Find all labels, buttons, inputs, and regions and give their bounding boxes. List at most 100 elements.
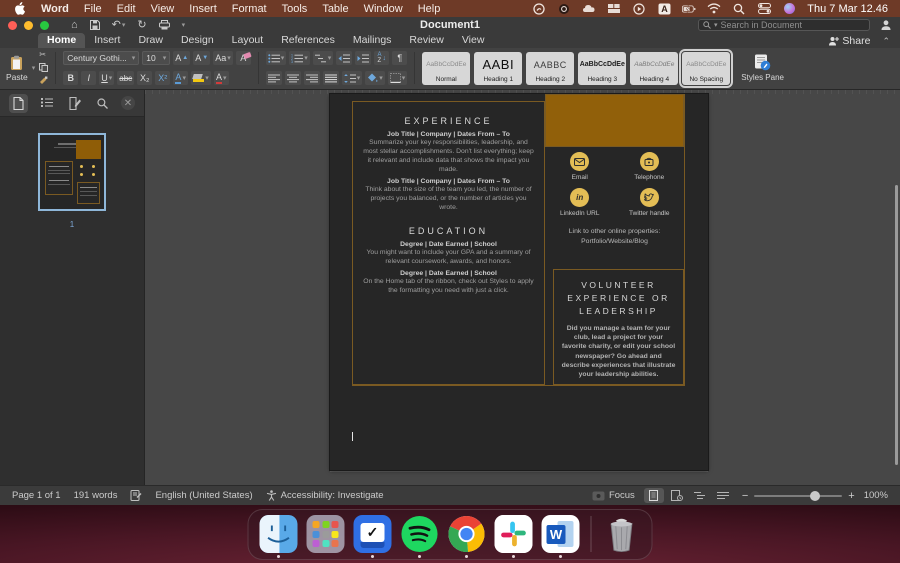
menu-bar-clock[interactable]: Thu 7 Mar 12.46	[807, 3, 888, 15]
siri-icon[interactable]	[782, 2, 796, 15]
tab-view[interactable]: View	[453, 33, 494, 48]
collapse-ribbon-icon[interactable]: ⌃	[882, 36, 890, 47]
show-paragraph-marks-button[interactable]: ¶	[392, 51, 407, 65]
tab-review[interactable]: Review	[400, 33, 452, 48]
education-entry-body[interactable]: You might want to include your GPA and a…	[362, 249, 535, 267]
volunteer-body[interactable]: Did you manage a team for your club, lea…	[561, 324, 676, 380]
find-pane-tab[interactable]	[93, 94, 112, 113]
menu-item-file[interactable]: File	[84, 3, 102, 15]
zoom-out-button[interactable]: −	[742, 490, 748, 502]
borders-button[interactable]: ▾	[388, 71, 408, 85]
close-sidebar-icon[interactable]: ✕	[121, 96, 135, 110]
redo-button[interactable]: ↻	[137, 20, 146, 31]
wifi-icon[interactable]	[707, 2, 721, 15]
dock-app-slack[interactable]	[495, 515, 533, 553]
underline-button[interactable]: U▾	[99, 71, 114, 85]
dock-app-spotify[interactable]	[401, 515, 439, 553]
page-1-thumbnail[interactable]	[38, 133, 106, 211]
shading-button[interactable]: ▾	[365, 71, 385, 85]
align-center-button[interactable]	[285, 71, 301, 85]
increase-indent-button[interactable]	[355, 51, 371, 65]
spotlight-icon[interactable]	[732, 2, 746, 15]
zoom-in-button[interactable]: +	[848, 490, 854, 502]
text-effects-button[interactable]: A▾	[173, 71, 188, 85]
tab-references[interactable]: References	[272, 33, 344, 48]
menu-item-word[interactable]: Word	[41, 3, 69, 15]
language-status[interactable]: English (United States)	[155, 490, 252, 501]
experience-entry-title[interactable]: Job Title | Company | Dates From – To	[362, 131, 535, 138]
subscript-button[interactable]: X₂	[137, 71, 152, 85]
style-heading-4[interactable]: AaBbCcDdEe Heading 4	[630, 52, 678, 85]
home-quick-icon[interactable]: ⌂	[71, 20, 78, 31]
experience-entry-title[interactable]: Job Title | Company | Dates From – To	[362, 178, 535, 185]
style-normal[interactable]: AaBbCcDdEe Normal	[422, 52, 470, 85]
minimize-window-button[interactable]	[24, 21, 33, 30]
grow-font-button[interactable]: A▲	[173, 51, 190, 65]
contact-item-telephone[interactable]: Telephone	[634, 152, 664, 181]
font-color-button[interactable]: A▾	[214, 71, 229, 85]
online-properties-note[interactable]: Link to other online properties: Portfol…	[545, 227, 684, 246]
shrink-font-button[interactable]: A▼	[193, 51, 210, 65]
share-button[interactable]: Share	[828, 35, 870, 47]
customize-quick-access-icon[interactable]: ▾	[182, 22, 186, 29]
style-heading-2[interactable]: AABBC Heading 2	[526, 52, 574, 85]
thumbnail-pane-tab[interactable]	[9, 94, 28, 113]
experience-entry-body[interactable]: Think about the size of the team you led…	[362, 186, 535, 213]
style-heading-3[interactable]: AaBbCcDdEe Heading 3	[578, 52, 626, 85]
accessibility-status[interactable]: Accessibility: Investigate	[266, 490, 384, 501]
page-count-status[interactable]: Page 1 of 1	[12, 490, 61, 501]
battery-icon[interactable]	[682, 2, 696, 15]
format-painter-icon[interactable]	[39, 76, 48, 85]
style-heading-1[interactable]: AABI Heading 1	[474, 52, 522, 85]
outline-pane-tab[interactable]	[37, 94, 56, 113]
paste-button[interactable]: Paste	[6, 55, 28, 82]
font-size-select[interactable]: 10▾	[142, 51, 170, 65]
control-center-icon[interactable]	[757, 2, 771, 15]
document-canvas[interactable]: EXPERIENCE Job Title | Company | Dates F…	[145, 90, 900, 485]
word-count-status[interactable]: 191 words	[74, 490, 118, 501]
education-entry-body[interactable]: On the Home tab of the ribbon, check out…	[362, 278, 535, 296]
account-icon[interactable]	[880, 19, 892, 31]
contact-item-linkedin[interactable]: in LinkedIn URL	[560, 188, 599, 217]
input-source-icon[interactable]: A	[657, 2, 671, 15]
justify-button[interactable]	[323, 71, 339, 85]
cloud-app-icon[interactable]	[582, 2, 596, 15]
italic-button[interactable]: I	[81, 71, 96, 85]
tab-layout[interactable]: Layout	[223, 33, 273, 48]
line-spacing-button[interactable]: ▾	[342, 71, 363, 85]
experience-entry-body[interactable]: Summarize your key responsibilities, lea…	[362, 139, 535, 175]
multilevel-list-button[interactable]: ▾	[313, 51, 334, 65]
bold-button[interactable]: B	[63, 71, 78, 85]
contact-section[interactable]: Email Telephone in LinkedIn URL Twit	[545, 152, 684, 246]
tab-insert[interactable]: Insert	[85, 33, 129, 48]
numbered-list-button[interactable]: 123▾	[289, 51, 310, 65]
lens-icon[interactable]	[557, 2, 571, 15]
draft-view-button[interactable]	[713, 488, 733, 503]
search-input[interactable]: ▾ Search in Document	[698, 19, 870, 31]
zoom-percentage[interactable]: 100%	[864, 490, 888, 501]
copy-icon[interactable]	[39, 63, 48, 72]
dock-app-things[interactable]: ✓	[354, 515, 392, 553]
volunteer-section[interactable]: VOLUNTEER EXPERIENCE OR LEADERSHIP Did y…	[553, 269, 684, 385]
cut-icon[interactable]: ✂	[39, 51, 48, 59]
experience-heading[interactable]: EXPERIENCE	[362, 116, 535, 126]
tab-draw[interactable]: Draw	[129, 33, 172, 48]
immersive-reader-view-button[interactable]	[667, 488, 687, 503]
dock-app-chrome[interactable]	[448, 515, 486, 553]
education-entry-title[interactable]: Degree | Date Earned | School	[362, 241, 535, 248]
education-heading[interactable]: EDUCATION	[362, 226, 535, 236]
style-no-spacing[interactable]: AaBbCcDdEe No Spacing	[682, 52, 730, 85]
play-circle-icon[interactable]	[632, 2, 646, 15]
layers-icon[interactable]	[607, 2, 621, 15]
vertical-scrollbar[interactable]	[895, 185, 898, 465]
menu-item-table[interactable]: Table	[322, 3, 348, 15]
zoom-slider[interactable]	[754, 495, 842, 497]
print-icon[interactable]	[159, 20, 170, 30]
dock-app-word[interactable]: W	[542, 515, 580, 553]
decrease-indent-button[interactable]	[336, 51, 352, 65]
menu-item-format[interactable]: Format	[232, 3, 267, 15]
clear-formatting-button[interactable]: A	[236, 51, 251, 65]
menu-item-view[interactable]: View	[151, 3, 175, 15]
save-icon[interactable]	[90, 20, 100, 30]
zoom-window-button[interactable]	[40, 21, 49, 30]
